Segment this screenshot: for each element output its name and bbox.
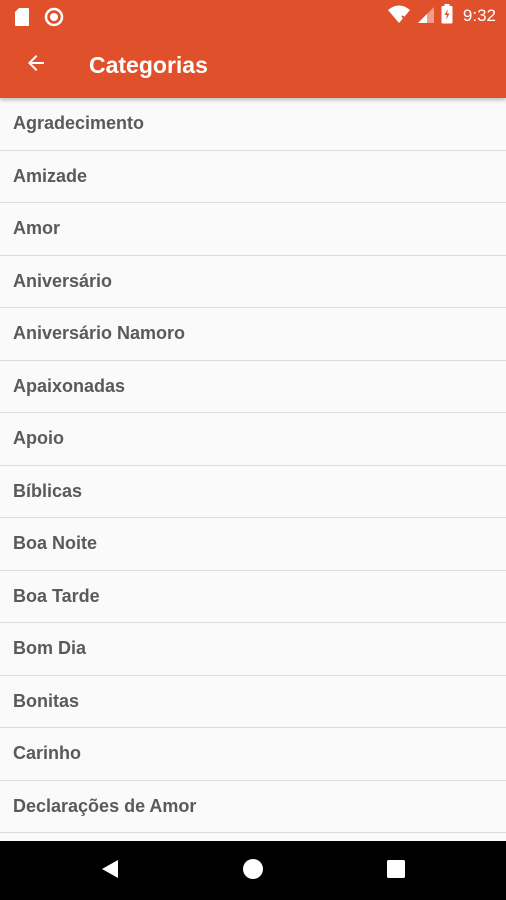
list-item[interactable]: Carinho	[0, 728, 506, 781]
list-item-label: Apaixonadas	[13, 375, 126, 396]
list-item[interactable]: Aniversário	[0, 256, 506, 308]
battery-charging-icon	[441, 3, 453, 29]
list-item-label: Apoio	[13, 428, 64, 449]
status-right-icons: 9:32	[387, 3, 496, 29]
back-button[interactable]	[18, 47, 54, 83]
record-icon	[44, 7, 64, 32]
list-item-label: Aniversário Namoro	[13, 323, 186, 344]
toolbar: Categorias	[0, 33, 506, 98]
status-left-icons	[14, 7, 64, 32]
list-item-label: Declarações de Amor	[13, 795, 197, 816]
list-item[interactable]: Bom Dia	[0, 623, 506, 676]
category-list[interactable]: Agradecimento Amizade Amor Aniversário A…	[0, 98, 506, 841]
status-time: 9:32	[462, 6, 496, 25]
nav-back-button[interactable]	[94, 855, 126, 887]
wifi-icon	[387, 4, 411, 29]
nav-recents-button[interactable]	[380, 855, 412, 887]
list-item[interactable]: Declarações de Amor	[0, 781, 506, 833]
list-item[interactable]: Agradecimento	[0, 98, 506, 151]
app-header: 9:32 Categorias	[0, 0, 506, 98]
list-item[interactable]: Amizade	[0, 151, 506, 203]
recents-square-icon	[386, 859, 406, 884]
status-bar: 9:32	[0, 0, 506, 33]
arrow-left-icon	[24, 51, 48, 80]
list-item[interactable]: Aniversário Namoro	[0, 308, 506, 361]
home-circle-icon	[242, 858, 264, 885]
list-item-label: Agradecimento	[13, 113, 145, 134]
list-item-label: Bonitas	[13, 690, 80, 711]
list-item-label: Boa Noite	[13, 533, 98, 554]
list-item[interactable]: Bíblicas	[0, 466, 506, 518]
list-item[interactable]: Amor	[0, 203, 506, 256]
back-triangle-icon	[99, 858, 121, 885]
sd-card-icon	[14, 7, 30, 32]
list-item[interactable]: Boa Noite	[0, 518, 506, 571]
list-item[interactable]: Apaixonadas	[0, 361, 506, 413]
nav-home-button[interactable]	[237, 855, 269, 887]
list-item-label: Boa Tarde	[13, 585, 100, 606]
list-item-label: Bíblicas	[13, 480, 83, 501]
list-item-label: Amizade	[13, 165, 88, 186]
navigation-bar	[0, 841, 506, 900]
list-item-label: Bom Dia	[13, 638, 87, 659]
page-title: Categorias	[89, 52, 208, 78]
list-item-label: Amor	[13, 218, 61, 239]
list-item[interactable]: Apoio	[0, 413, 506, 466]
list-item-label: Aniversário	[13, 270, 113, 291]
list-item[interactable]: Boa Tarde	[0, 571, 506, 623]
list-item-label: Carinho	[13, 743, 82, 764]
list-item[interactable]: Bonitas	[0, 676, 506, 728]
signal-icon	[417, 4, 435, 29]
